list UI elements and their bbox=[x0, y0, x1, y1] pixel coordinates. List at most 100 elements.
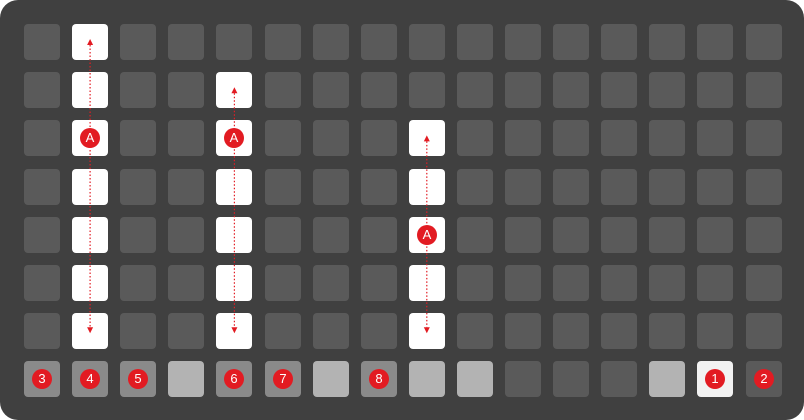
pad[interactable] bbox=[746, 265, 782, 301]
pad[interactable] bbox=[697, 265, 733, 301]
pad-button[interactable] bbox=[505, 361, 541, 397]
pad[interactable] bbox=[361, 313, 397, 349]
pad[interactable] bbox=[168, 265, 204, 301]
pad[interactable] bbox=[553, 169, 589, 205]
pad-lit[interactable] bbox=[409, 120, 445, 156]
pad[interactable] bbox=[457, 24, 493, 60]
pad[interactable] bbox=[505, 72, 541, 108]
pad[interactable] bbox=[313, 120, 349, 156]
pad-lit[interactable] bbox=[72, 313, 108, 349]
pad[interactable] bbox=[457, 120, 493, 156]
pad[interactable] bbox=[553, 265, 589, 301]
pad[interactable] bbox=[120, 24, 156, 60]
pad-lit[interactable] bbox=[72, 169, 108, 205]
pad[interactable] bbox=[168, 169, 204, 205]
pad[interactable] bbox=[168, 120, 204, 156]
pad[interactable] bbox=[313, 313, 349, 349]
pad[interactable] bbox=[265, 169, 301, 205]
pad-lit[interactable] bbox=[216, 72, 252, 108]
pad-lit[interactable] bbox=[409, 265, 445, 301]
pad[interactable] bbox=[697, 313, 733, 349]
pad-lit[interactable] bbox=[72, 265, 108, 301]
pad[interactable] bbox=[601, 120, 637, 156]
pad[interactable] bbox=[265, 265, 301, 301]
pad[interactable] bbox=[553, 217, 589, 253]
pad[interactable] bbox=[120, 313, 156, 349]
pad[interactable] bbox=[24, 72, 60, 108]
pad[interactable] bbox=[601, 265, 637, 301]
pad[interactable] bbox=[649, 265, 685, 301]
pad[interactable] bbox=[409, 72, 445, 108]
pad[interactable] bbox=[265, 24, 301, 60]
pad[interactable] bbox=[361, 120, 397, 156]
pad[interactable] bbox=[265, 217, 301, 253]
pad-lit[interactable] bbox=[216, 217, 252, 253]
pad[interactable] bbox=[505, 24, 541, 60]
pad[interactable] bbox=[361, 265, 397, 301]
pad-button[interactable] bbox=[649, 361, 685, 397]
pad[interactable] bbox=[601, 217, 637, 253]
pad[interactable] bbox=[553, 24, 589, 60]
pad[interactable] bbox=[24, 169, 60, 205]
pad[interactable] bbox=[697, 169, 733, 205]
pad[interactable] bbox=[505, 217, 541, 253]
pad[interactable] bbox=[601, 313, 637, 349]
pad[interactable] bbox=[120, 72, 156, 108]
pad[interactable] bbox=[649, 217, 685, 253]
pad[interactable] bbox=[505, 120, 541, 156]
pad-lit[interactable] bbox=[72, 217, 108, 253]
pad[interactable] bbox=[168, 313, 204, 349]
pad[interactable] bbox=[746, 313, 782, 349]
pad-lit[interactable] bbox=[72, 72, 108, 108]
pad[interactable] bbox=[24, 24, 60, 60]
pad[interactable] bbox=[457, 169, 493, 205]
pad[interactable] bbox=[649, 313, 685, 349]
pad-button[interactable] bbox=[553, 361, 589, 397]
pad[interactable] bbox=[265, 120, 301, 156]
pad[interactable] bbox=[601, 24, 637, 60]
pad-lit[interactable] bbox=[216, 169, 252, 205]
pad[interactable] bbox=[553, 72, 589, 108]
pad[interactable] bbox=[553, 313, 589, 349]
pad[interactable] bbox=[24, 265, 60, 301]
pad-lit[interactable] bbox=[409, 169, 445, 205]
pad[interactable] bbox=[313, 169, 349, 205]
pad[interactable] bbox=[313, 265, 349, 301]
pad[interactable] bbox=[361, 217, 397, 253]
pad-button[interactable] bbox=[601, 361, 637, 397]
pad-button[interactable] bbox=[313, 361, 349, 397]
pad[interactable] bbox=[265, 313, 301, 349]
pad[interactable] bbox=[649, 120, 685, 156]
pad[interactable] bbox=[649, 169, 685, 205]
pad[interactable] bbox=[746, 217, 782, 253]
pad-lit[interactable] bbox=[409, 313, 445, 349]
pad[interactable] bbox=[457, 217, 493, 253]
pad[interactable] bbox=[457, 313, 493, 349]
pad[interactable] bbox=[746, 72, 782, 108]
pad[interactable] bbox=[457, 72, 493, 108]
pad[interactable] bbox=[361, 24, 397, 60]
pad[interactable] bbox=[409, 24, 445, 60]
pad-lit[interactable] bbox=[216, 265, 252, 301]
pad[interactable] bbox=[361, 169, 397, 205]
pad[interactable] bbox=[649, 72, 685, 108]
pad[interactable] bbox=[313, 217, 349, 253]
pad[interactable] bbox=[313, 24, 349, 60]
pad[interactable] bbox=[168, 217, 204, 253]
pad[interactable] bbox=[553, 120, 589, 156]
pad[interactable] bbox=[697, 72, 733, 108]
pad[interactable] bbox=[120, 217, 156, 253]
pad[interactable] bbox=[361, 72, 397, 108]
pad[interactable] bbox=[697, 217, 733, 253]
pad[interactable] bbox=[24, 313, 60, 349]
pad[interactable] bbox=[457, 265, 493, 301]
pad[interactable] bbox=[649, 24, 685, 60]
pad[interactable] bbox=[120, 120, 156, 156]
pad[interactable] bbox=[601, 72, 637, 108]
pad[interactable] bbox=[168, 72, 204, 108]
pad-lit[interactable] bbox=[216, 313, 252, 349]
pad[interactable] bbox=[265, 72, 301, 108]
pad[interactable] bbox=[746, 120, 782, 156]
pad[interactable] bbox=[120, 265, 156, 301]
pad[interactable] bbox=[168, 24, 204, 60]
